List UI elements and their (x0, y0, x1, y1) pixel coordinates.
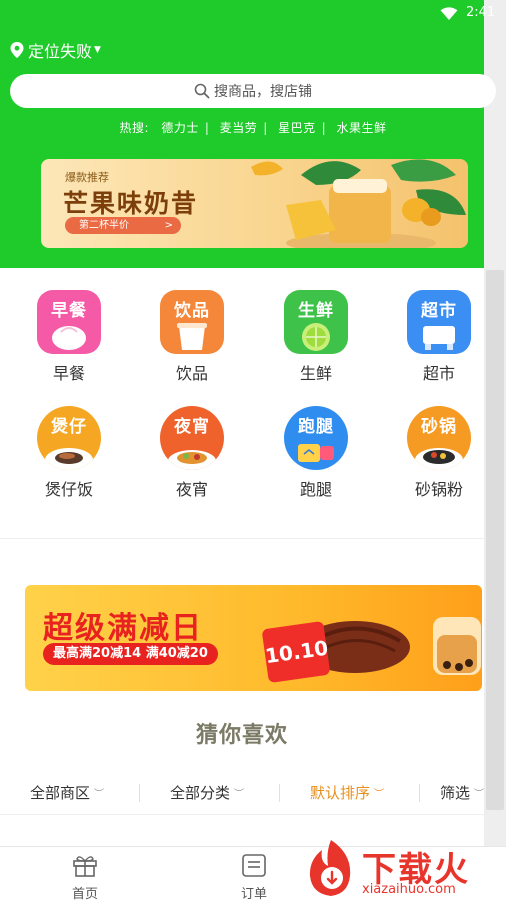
hot-keyword[interactable]: 德力士 (161, 121, 199, 135)
category-label: 跑腿 (299, 480, 332, 499)
filter-area[interactable]: 全部商区 ︶ (30, 776, 104, 808)
status-time: 2:41 (466, 5, 496, 20)
hot-search-bar: 热搜: 德力士 | 麦当劳 | 星巴克 | 水果生鲜 (119, 121, 387, 135)
milkshake-image (251, 159, 466, 248)
promo-title: 芒果味奶昔 (63, 189, 199, 218)
filter-separator (139, 784, 140, 802)
order-icon (242, 854, 266, 877)
supermarket-icon: 超市 (407, 290, 471, 354)
category-label: 夜宵 (175, 480, 208, 499)
scrollbar-thumb[interactable] (486, 270, 504, 810)
category-supermarket[interactable]: 超市 超市 (394, 290, 484, 384)
chevron-down-icon: ︶ (234, 788, 245, 800)
filter-category[interactable]: 全部分类 ︶ (170, 776, 244, 808)
filter-sort[interactable]: 默认排序 ︶ (310, 776, 384, 808)
breakfast-icon: 早餐 (37, 290, 101, 354)
category-label: 生鲜 (299, 364, 332, 383)
nav-orders[interactable]: 订单 (224, 853, 284, 900)
caret-down-icon: ▼ (94, 45, 101, 55)
section-divider (0, 538, 484, 539)
search-icon (194, 83, 210, 99)
promo-pill: 第二杯半价 > (65, 217, 181, 234)
category-label: 超市 (422, 364, 455, 383)
nav-label: 首页 (71, 887, 98, 900)
category-breakfast[interactable]: 早餐 早餐 (24, 290, 114, 384)
section-title: 猜你喜欢 (195, 723, 288, 748)
category-late-night[interactable]: 夜宵 夜宵 (147, 406, 237, 500)
sale-subtitle: 最高满20减14 满40减20 (43, 643, 218, 665)
hot-keyword[interactable]: 水果生鲜 (337, 121, 387, 135)
category-fresh[interactable]: 生鲜 生鲜 (271, 290, 361, 384)
gift-icon (73, 856, 97, 877)
section-divider (0, 814, 484, 815)
arrow-right-icon: > (164, 220, 173, 231)
drinks-icon: 饮品 (160, 290, 224, 354)
category-label: 砂锅粉 (414, 480, 463, 499)
location-pin-icon (10, 42, 24, 58)
filter-separator (279, 784, 280, 802)
filter-separator (419, 784, 420, 802)
hot-search-label: 热搜: (119, 121, 150, 135)
sale-date-badge: 10.10 (261, 620, 331, 684)
search-placeholder: 搜商品，搜店铺 (214, 84, 312, 100)
status-bar: 2:41 (0, 0, 506, 28)
category-errand[interactable]: 跑腿 跑腿 (271, 406, 361, 500)
nav-home[interactable]: 首页 (55, 853, 115, 900)
location-text: 定位失败 (28, 42, 93, 61)
category-claypot-rice[interactable]: 煲仔 煲仔饭 (24, 406, 114, 500)
sale-banner[interactable]: 超级满减日 最高满20减14 满40减20 10.10 (25, 585, 482, 691)
nav-label: 订单 (240, 887, 267, 900)
wifi-icon (440, 7, 458, 20)
category-label: 饮品 (175, 364, 208, 383)
category-drinks[interactable]: 饮品 饮品 (147, 290, 237, 384)
chevron-down-icon: ︶ (474, 788, 485, 800)
filter-bar: 全部商区 ︶ 全部分类 ︶ 默认排序 ︶ 筛选 ︶ (0, 776, 506, 808)
claypot-rice-icon: 煲仔 (37, 406, 101, 470)
hot-keyword[interactable]: 星巴克 (278, 121, 316, 135)
fresh-icon: 生鲜 (284, 290, 348, 354)
filter-screen[interactable]: 筛选 ︶ (440, 776, 484, 808)
sale-title: 超级满减日 (43, 611, 203, 646)
claypot-noodle-icon: 砂锅 (407, 406, 471, 470)
search-input[interactable]: 搜商品，搜店铺 (10, 74, 496, 108)
category-label: 早餐 (52, 364, 85, 383)
watermark: 下载火 xiazaihuo.com (300, 834, 506, 900)
category-claypot-noodle[interactable]: 砂锅 砂锅粉 (394, 406, 484, 500)
location-selector[interactable]: 定位失败 ▼ (10, 38, 101, 62)
errand-icon: 跑腿 (284, 406, 348, 470)
promo-banner[interactable]: 爆款推荐 芒果味奶昔 第二杯半价 > (41, 159, 468, 248)
promo-tag: 爆款推荐 (65, 171, 109, 184)
late-night-icon: 夜宵 (160, 406, 224, 470)
hot-keyword[interactable]: 麦当劳 (220, 121, 258, 135)
chevron-down-icon: ︶ (374, 788, 385, 800)
flame-logo-icon (309, 840, 351, 896)
category-label: 煲仔饭 (44, 480, 93, 499)
chevron-down-icon: ︶ (94, 788, 105, 800)
watermark-url: xiazaihuo.com (362, 882, 456, 897)
